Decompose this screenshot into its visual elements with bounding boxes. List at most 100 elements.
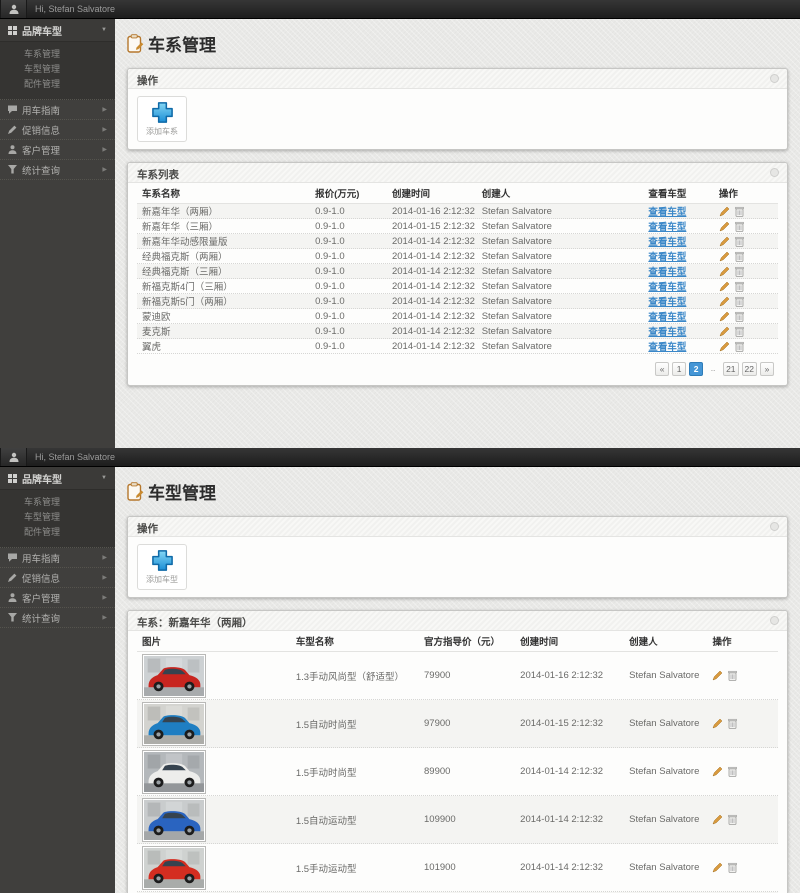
series-table-row: 新嘉年华（两厢） 0.9-1.0 2014-01-16 2:12:32 Stef…: [137, 204, 778, 219]
sidebar-item-statistics[interactable]: 统计查询 ▶: [0, 608, 115, 628]
sidebar-item-brand-models[interactable]: 品牌车型 ▼: [0, 19, 115, 42]
series-creator: Stefan Salvatore: [477, 221, 644, 232]
sidebar-item-model-management[interactable]: 车型管理: [0, 510, 115, 525]
sidebar-item-brand-models[interactable]: 品牌车型 ▼: [0, 467, 115, 490]
sidebar-item-series-management[interactable]: 车系管理: [0, 47, 115, 62]
trash-icon[interactable]: [735, 281, 744, 292]
view-models-link[interactable]: 查看车型: [648, 282, 686, 293]
series-price: 0.9-1.0: [310, 266, 387, 277]
trash-icon[interactable]: [735, 251, 744, 262]
edit-pencil-icon[interactable]: [712, 814, 723, 825]
trash-icon[interactable]: [728, 766, 737, 777]
view-models-link[interactable]: 查看车型: [648, 267, 686, 278]
series-creator: Stefan Salvatore: [477, 266, 644, 277]
page-button-active[interactable]: 2: [689, 362, 703, 376]
user-icon: [9, 4, 19, 14]
model-created: 2014-01-14 2:12:32: [515, 766, 624, 777]
series-created: 2014-01-15 2:12:32: [387, 221, 477, 232]
edit-pencil-icon[interactable]: [719, 281, 730, 292]
trash-icon[interactable]: [728, 814, 737, 825]
series-creator: Stefan Salvatore: [477, 296, 644, 307]
edit-pencil-icon[interactable]: [719, 221, 730, 232]
brand-submenu: 车系管理 车型管理 配件管理: [0, 42, 115, 100]
user-menu[interactable]: [0, 448, 27, 466]
series-created: 2014-01-14 2:12:32: [387, 266, 477, 277]
edit-pencil-icon[interactable]: [719, 311, 730, 322]
series-price: 0.9-1.0: [310, 341, 387, 352]
sidebar-item-usage-guide[interactable]: 用车指南 ▶: [0, 548, 115, 568]
series-price: 0.9-1.0: [310, 326, 387, 337]
model-price: 97900: [419, 718, 515, 729]
edit-pencil-icon[interactable]: [719, 206, 730, 217]
view-models-link[interactable]: 查看车型: [648, 207, 686, 218]
trash-icon[interactable]: [735, 311, 744, 322]
caret-right-icon: ▶: [102, 614, 107, 621]
edit-pencil-icon[interactable]: [712, 670, 723, 681]
clipboard-icon: [127, 482, 144, 501]
edit-pencil-icon[interactable]: [719, 251, 730, 262]
page-button[interactable]: 1: [672, 362, 686, 376]
plus-icon: [151, 101, 174, 124]
edit-pencil-icon[interactable]: [712, 766, 723, 777]
user-menu[interactable]: [0, 0, 27, 18]
sidebar-item-customer-management[interactable]: 客户管理 ▶: [0, 588, 115, 608]
trash-icon[interactable]: [728, 670, 737, 681]
caret-right-icon: ▶: [102, 126, 107, 133]
sidebar-item-series-management[interactable]: 车系管理: [0, 495, 115, 510]
collapse-panel-icon[interactable]: [770, 74, 779, 83]
edit-pencil-icon[interactable]: [712, 718, 723, 729]
model-price: 101900: [419, 862, 515, 873]
edit-pencil-icon[interactable]: [712, 862, 723, 873]
sidebar-item-promotions[interactable]: 促销信息 ▶: [0, 120, 115, 140]
series-price: 0.9-1.0: [310, 221, 387, 232]
trash-icon[interactable]: [735, 266, 744, 277]
trash-icon[interactable]: [728, 718, 737, 729]
view-models-link[interactable]: 查看车型: [648, 252, 686, 263]
trash-icon[interactable]: [735, 341, 744, 352]
grid-icon: [8, 26, 17, 35]
trash-icon[interactable]: [728, 862, 737, 873]
trash-icon[interactable]: [735, 326, 744, 337]
edit-pencil-icon[interactable]: [719, 296, 730, 307]
page-button[interactable]: 21: [723, 362, 738, 376]
series-creator: Stefan Salvatore: [477, 281, 644, 292]
pagination: « 1 2 .. 21 22 »: [137, 354, 778, 385]
sidebar-item-usage-guide[interactable]: 用车指南 ▶: [0, 100, 115, 120]
collapse-panel-icon[interactable]: [770, 616, 779, 625]
add-series-button[interactable]: 添加车系: [137, 96, 187, 142]
sidebar-item-model-management[interactable]: 车型管理: [0, 62, 115, 77]
sidebar-item-promotions[interactable]: 促销信息 ▶: [0, 568, 115, 588]
edit-pencil-icon[interactable]: [719, 266, 730, 277]
view-models-link[interactable]: 查看车型: [648, 222, 686, 233]
view-models-link[interactable]: 查看车型: [648, 237, 686, 248]
series-table-row: 经典福克斯（两厢） 0.9-1.0 2014-01-14 2:12:32 Ste…: [137, 249, 778, 264]
view-models-link[interactable]: 查看车型: [648, 342, 686, 353]
person-icon: [8, 593, 17, 602]
edit-pencil-icon[interactable]: [719, 341, 730, 352]
trash-icon[interactable]: [735, 206, 744, 217]
trash-icon[interactable]: [735, 236, 744, 247]
page-button[interactable]: 22: [742, 362, 757, 376]
collapse-panel-icon[interactable]: [770, 168, 779, 177]
car-photo: [142, 750, 206, 794]
sidebar-item-customer-management[interactable]: 客户管理 ▶: [0, 140, 115, 160]
sidebar-item-parts-management[interactable]: 配件管理: [0, 77, 115, 92]
series-created: 2014-01-14 2:12:32: [387, 281, 477, 292]
sidebar-item-parts-management[interactable]: 配件管理: [0, 525, 115, 540]
series-creator: Stefan Salvatore: [477, 326, 644, 337]
trash-icon[interactable]: [735, 221, 744, 232]
edit-pencil-icon[interactable]: [719, 236, 730, 247]
brand-submenu: 车系管理 车型管理 配件管理: [0, 490, 115, 548]
view-models-link[interactable]: 查看车型: [648, 297, 686, 308]
add-model-button[interactable]: 添加车型: [137, 544, 187, 590]
sidebar: 品牌车型 ▼ 车系管理 车型管理 配件管理 用车指南 ▶ 促销信息 ▶ 客户管理: [0, 19, 115, 448]
collapse-panel-icon[interactable]: [770, 522, 779, 531]
table-header: 车系名称 报价(万元) 创建时间 创建人 查看车型 操作: [137, 183, 778, 204]
edit-pencil-icon[interactable]: [719, 326, 730, 337]
sidebar-item-statistics[interactable]: 统计查询 ▶: [0, 160, 115, 180]
view-models-link[interactable]: 查看车型: [648, 312, 686, 323]
view-models-link[interactable]: 查看车型: [648, 327, 686, 338]
page-next-button[interactable]: »: [760, 362, 774, 376]
page-prev-button[interactable]: «: [655, 362, 669, 376]
trash-icon[interactable]: [735, 296, 744, 307]
